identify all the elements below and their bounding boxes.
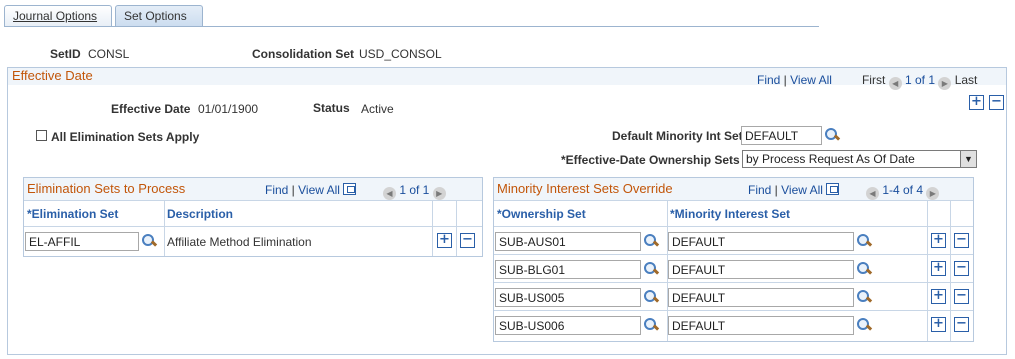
ownership-sets-value: by Process Request As Of Date — [746, 152, 915, 166]
last-label: Last — [954, 73, 978, 87]
page-count: 1 of 1 — [399, 183, 430, 197]
minority-interest-title: Minority Interest Sets Override — [497, 181, 673, 196]
minority-interest-set-input[interactable]: DEFAULT — [668, 232, 854, 251]
next-icon[interactable]: ▶ — [926, 187, 940, 200]
ownership-set-input[interactable]: SUB-BLG01 — [495, 260, 641, 279]
add-row-icon[interactable]: + — [931, 289, 946, 304]
status-label: Status — [313, 101, 350, 115]
search-icon[interactable] — [643, 317, 659, 333]
effective-date-nav: Find | View All First ◀ 1 of 1 ▶ Last — [757, 73, 978, 90]
search-icon[interactable] — [856, 289, 872, 305]
elimination-set-input[interactable]: EL-AFFIL — [25, 232, 139, 251]
search-icon[interactable] — [856, 233, 872, 249]
effective-date-title: Effective Date — [12, 68, 93, 83]
add-row-icon[interactable]: + — [931, 317, 946, 332]
delete-row-icon[interactable]: − — [460, 233, 475, 248]
delete-row-icon[interactable]: − — [954, 317, 969, 332]
divider — [164, 201, 165, 256]
divider — [950, 201, 951, 341]
minority-grid-nav: Find | View All ◀ 1-4 of 4 ▶ — [748, 183, 940, 200]
delete-row-icon[interactable]: − — [954, 289, 969, 304]
minority-interest-set-input[interactable]: DEFAULT — [668, 288, 854, 307]
search-icon[interactable] — [643, 261, 659, 277]
tab-label: Set Options — [124, 9, 187, 23]
next-icon[interactable]: ▶ — [432, 187, 446, 200]
delete-row-icon[interactable]: − — [954, 261, 969, 276]
add-row-icon[interactable]: + — [969, 95, 984, 110]
find-link[interactable]: Find — [748, 183, 771, 197]
divider — [494, 200, 973, 201]
page-count: 1-4 of 4 — [882, 183, 924, 197]
effective-date-value: 01/01/1900 — [198, 102, 259, 116]
all-elimination-sets-label: All Elimination Sets Apply — [51, 130, 200, 144]
tab-set-options[interactable]: Set Options — [115, 5, 203, 27]
tab-journal-options[interactable]: Journal Options — [4, 5, 112, 27]
tab-underline — [4, 26, 819, 27]
elimination-description: Affiliate Method Elimination — [167, 235, 312, 249]
consolidation-set-label: Consolidation Set — [252, 47, 354, 61]
column-header-ownership-set: *Ownership Set — [497, 207, 586, 221]
default-minority-input[interactable]: DEFAULT — [741, 126, 822, 145]
tab-label: Journal Options — [13, 9, 98, 23]
first-label: First — [861, 73, 886, 87]
search-icon[interactable] — [643, 233, 659, 249]
previous-icon[interactable]: ◀ — [382, 187, 396, 200]
delete-row-icon[interactable]: − — [989, 95, 1004, 110]
delete-row-icon[interactable]: − — [954, 233, 969, 248]
new-window-icon[interactable] — [826, 183, 840, 195]
find-link[interactable]: Find — [757, 73, 780, 87]
divider — [494, 226, 973, 227]
divider — [24, 200, 482, 201]
column-header-description: Description — [167, 207, 234, 221]
minority-interest-set-input[interactable]: DEFAULT — [668, 260, 854, 279]
page-count: 1 of 1 — [904, 73, 936, 87]
divider — [494, 310, 973, 311]
default-minority-label: Default Minority Int Set — [612, 129, 743, 143]
search-icon[interactable] — [856, 261, 872, 277]
find-link[interactable]: Find — [265, 183, 288, 197]
view-all-link[interactable]: View All — [781, 183, 823, 197]
status-value: Active — [361, 102, 394, 116]
search-icon[interactable] — [141, 233, 157, 249]
divider — [927, 201, 928, 341]
add-row-icon[interactable]: + — [931, 233, 946, 248]
setid-value: CONSL — [88, 47, 130, 61]
search-icon[interactable] — [643, 289, 659, 305]
column-header-minority-interest-set: *Minority Interest Set — [670, 207, 791, 221]
add-row-icon[interactable]: + — [437, 233, 452, 248]
divider — [432, 201, 433, 256]
divider — [494, 282, 973, 283]
new-window-icon[interactable] — [343, 183, 357, 195]
chevron-down-icon[interactable]: ▼ — [960, 151, 976, 167]
previous-icon[interactable]: ◀ — [888, 77, 902, 90]
minority-interest-set-input[interactable]: DEFAULT — [668, 316, 854, 335]
view-all-link[interactable]: View All — [790, 73, 832, 87]
ownership-sets-select[interactable]: by Process Request As Of Date ▼ — [742, 150, 977, 168]
search-icon[interactable] — [824, 127, 840, 143]
divider — [494, 254, 973, 255]
setid-label: SetID — [50, 47, 81, 61]
consolidation-set-value: USD_CONSOL — [359, 47, 442, 61]
ownership-sets-label: *Effective-Date Ownership Sets — [561, 153, 740, 167]
elimination-sets-title: Elimination Sets to Process — [27, 181, 186, 196]
all-elimination-sets-checkbox[interactable] — [36, 130, 47, 141]
add-row-icon[interactable]: + — [931, 261, 946, 276]
elimination-grid-nav: Find | View All ◀ 1 of 1 ▶ — [265, 183, 446, 200]
previous-icon[interactable]: ◀ — [865, 187, 879, 200]
column-header-elimination-set: *Elimination Set — [27, 207, 119, 221]
search-icon[interactable] — [856, 317, 872, 333]
ownership-set-input[interactable]: SUB-US005 — [495, 288, 641, 307]
divider — [456, 201, 457, 256]
next-icon[interactable]: ▶ — [938, 77, 952, 90]
view-all-link[interactable]: View All — [298, 183, 340, 197]
ownership-set-input[interactable]: SUB-US006 — [495, 316, 641, 335]
ownership-set-input[interactable]: SUB-AUS01 — [495, 232, 641, 251]
effective-date-label: Effective Date — [111, 102, 191, 116]
divider — [24, 226, 482, 227]
